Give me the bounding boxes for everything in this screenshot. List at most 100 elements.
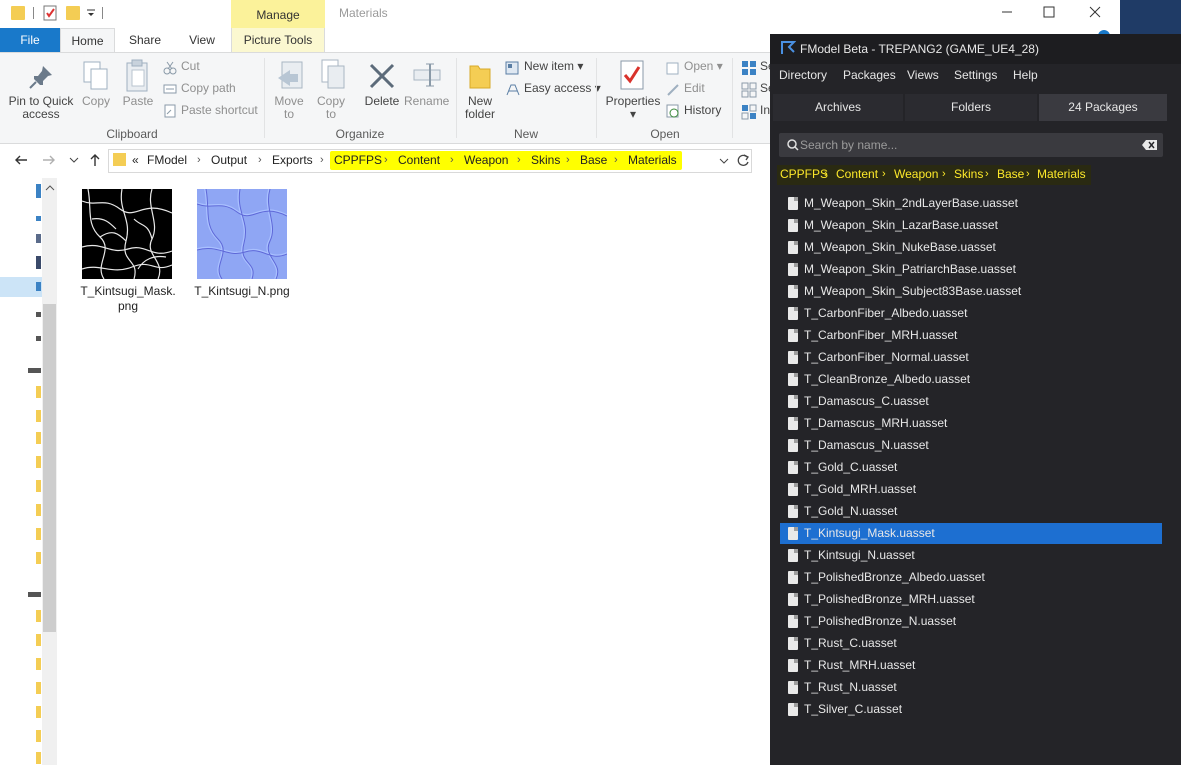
breadcrumb-skins[interactable]: Skins [531, 153, 560, 167]
list-item[interactable]: T_Damascus_C.uasset [780, 391, 1162, 412]
folder-icon[interactable] [36, 528, 41, 540]
forward-arrow-icon[interactable] [42, 153, 56, 167]
list-item[interactable]: T_Gold_N.uasset [780, 501, 1162, 522]
folder-icon[interactable] [36, 480, 41, 492]
list-item[interactable]: T_PolishedBronze_Albedo.uasset [780, 567, 1162, 588]
move-to-button[interactable]: Move to [270, 95, 308, 121]
new-folder-quick-icon[interactable] [66, 6, 80, 20]
nav-item-icon[interactable] [36, 256, 41, 269]
list-item[interactable]: T_CarbonFiber_Normal.uasset [780, 347, 1162, 368]
properties-quick-icon[interactable] [43, 5, 57, 21]
drive-icon[interactable] [36, 312, 41, 317]
list-item[interactable]: T_Damascus_MRH.uasset [780, 413, 1162, 434]
fm-breadcrumb-content[interactable]: Content [836, 167, 878, 181]
nav-scrollbar-thumb[interactable] [43, 304, 56, 632]
breadcrumb-chevron-icon[interactable]: › [614, 154, 618, 166]
rename-button[interactable]: Rename [404, 95, 449, 108]
tab-packages[interactable]: 24 Packages [1039, 94, 1167, 121]
breadcrumb-chevron-icon[interactable]: › [450, 154, 454, 166]
breadcrumb-overflow[interactable]: « [132, 153, 139, 167]
drive-icon[interactable] [28, 368, 41, 373]
breadcrumb-weapon[interactable]: Weapon [464, 153, 508, 167]
breadcrumb-chevron-icon[interactable]: › [517, 154, 521, 166]
list-item[interactable]: M_Weapon_Skin_2ndLayerBase.uasset [780, 193, 1162, 214]
menu-help[interactable]: Help [1013, 68, 1038, 82]
address-history-chevron-icon[interactable] [719, 157, 729, 165]
menu-settings[interactable]: Settings [954, 68, 997, 82]
easy-access-button[interactable]: Easy access ▾ [524, 78, 601, 98]
folder-icon[interactable] [36, 432, 41, 444]
menu-views[interactable]: Views [907, 68, 939, 82]
fm-breadcrumb-base[interactable]: Base [997, 167, 1024, 181]
package-list-scrollbar[interactable] [1164, 190, 1181, 765]
minimize-button[interactable] [984, 0, 1030, 28]
tab-file[interactable]: File [0, 28, 60, 52]
paste-shortcut-button[interactable]: Paste shortcut [181, 100, 258, 120]
breadcrumb-exports[interactable]: Exports [272, 153, 313, 167]
breadcrumb-chevron-icon[interactable]: › [320, 154, 324, 166]
file-name-kintsugi-mask[interactable]: T_Kintsugi_Mask. png [78, 284, 178, 314]
close-button[interactable] [1072, 0, 1118, 28]
tab-share[interactable]: Share [122, 28, 168, 52]
search-input[interactable] [800, 133, 1130, 157]
maximize-button[interactable] [1026, 0, 1072, 28]
folder-icon[interactable] [36, 386, 41, 398]
tab-home[interactable]: Home [60, 28, 115, 52]
copy-path-button[interactable]: Copy path [181, 78, 236, 98]
folder-icon[interactable] [36, 706, 41, 718]
delete-button[interactable]: Delete [362, 95, 402, 108]
tab-folders[interactable]: Folders [905, 94, 1037, 121]
list-item[interactable]: M_Weapon_Skin_NukeBase.uasset [780, 237, 1162, 258]
breadcrumb-fmodel[interactable]: FModel [147, 153, 187, 167]
breadcrumb-cppfps[interactable]: CPPFPS [334, 153, 382, 167]
folder-icon[interactable] [36, 610, 41, 622]
list-item[interactable]: T_Silver_C.uasset [780, 699, 1162, 720]
file-name-kintsugi-n[interactable]: T_Kintsugi_N.png [192, 284, 292, 299]
list-item-selected[interactable]: T_Kintsugi_Mask.uasset [780, 523, 1162, 544]
this-pc-icon[interactable] [36, 282, 41, 291]
drive-icon[interactable] [28, 592, 41, 597]
list-item[interactable]: T_Rust_C.uasset [780, 633, 1162, 654]
scroll-up-icon[interactable] [45, 184, 55, 192]
folder-icon[interactable] [36, 730, 41, 742]
new-folder-button[interactable]: New folder [460, 95, 500, 121]
breadcrumb-chevron-icon[interactable]: › [258, 154, 262, 166]
breadcrumb-content[interactable]: Content [398, 153, 440, 167]
copy-to-button[interactable]: Copy to [312, 95, 350, 121]
invert-selection-button[interactable]: In [760, 100, 770, 120]
folder-icon[interactable] [36, 658, 41, 670]
list-item[interactable]: T_Rust_N.uasset [780, 677, 1162, 698]
drive-icon[interactable] [36, 336, 41, 341]
nav-item-icon[interactable] [36, 234, 41, 243]
list-item[interactable]: T_PolishedBronze_MRH.uasset [780, 589, 1162, 610]
folder-icon[interactable] [36, 552, 41, 564]
list-item[interactable]: T_CarbonFiber_MRH.uasset [780, 325, 1162, 346]
customize-quick-access-icon[interactable] [86, 8, 96, 18]
properties-button[interactable]: Properties ▾ [604, 95, 662, 121]
folder-icon[interactable] [36, 682, 41, 694]
folder-icon[interactable] [36, 456, 41, 468]
list-item[interactable]: T_CleanBronze_Albedo.uasset [780, 369, 1162, 390]
breadcrumb-chevron-icon[interactable]: › [566, 154, 570, 166]
list-item[interactable]: T_CarbonFiber_Albedo.uasset [780, 303, 1162, 324]
recent-locations-chevron-icon[interactable] [69, 156, 79, 164]
file-thumbnail-kintsugi-mask[interactable] [82, 189, 172, 279]
file-thumbnail-kintsugi-n[interactable] [197, 189, 287, 279]
list-item[interactable]: T_PolishedBronze_N.uasset [780, 611, 1162, 632]
tab-view[interactable]: View [180, 28, 224, 52]
folder-icon[interactable] [36, 504, 41, 516]
fm-breadcrumb-materials[interactable]: Materials [1037, 167, 1086, 181]
open-button[interactable]: Open ▾ [684, 56, 723, 76]
quick-access-star-icon[interactable] [36, 184, 41, 198]
list-item[interactable]: M_Weapon_Skin_LazarBase.uasset [780, 215, 1162, 236]
nav-item-icon[interactable] [36, 216, 41, 221]
list-item[interactable]: T_Kintsugi_N.uasset [780, 545, 1162, 566]
list-item[interactable]: M_Weapon_Skin_PatriarchBase.uasset [780, 259, 1162, 280]
breadcrumb-base[interactable]: Base [580, 153, 607, 167]
edit-button[interactable]: Edit [684, 78, 705, 98]
new-item-button[interactable]: New item ▾ [524, 56, 583, 76]
fm-breadcrumb-cppfps[interactable]: CPPFPS [780, 167, 828, 181]
clear-search-icon[interactable] [1142, 139, 1158, 151]
paste-button[interactable]: Paste [119, 95, 157, 108]
up-arrow-icon[interactable] [88, 153, 102, 167]
